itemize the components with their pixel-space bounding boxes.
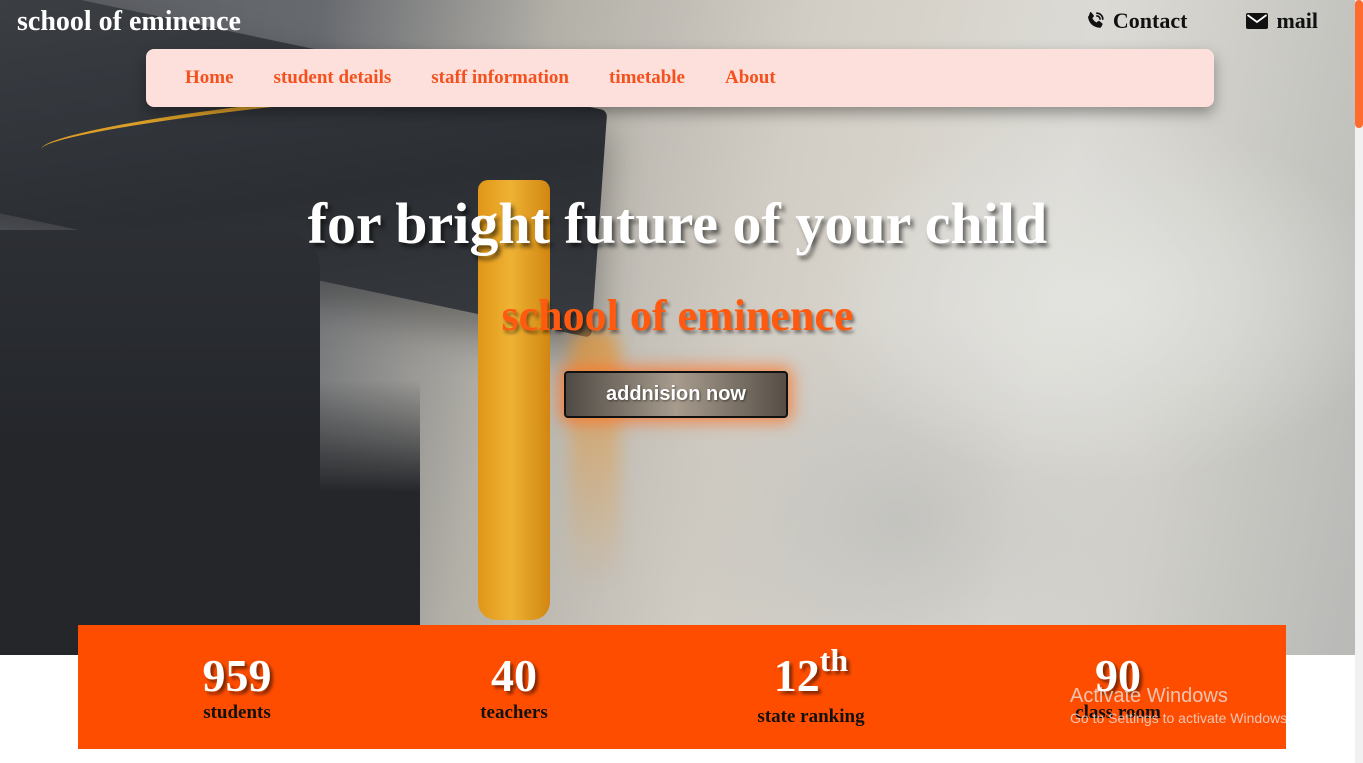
stat-label: state ranking (757, 706, 865, 727)
phone-icon (1084, 10, 1106, 32)
main-nav: Home student details staff information t… (146, 49, 1214, 107)
stat-value: 40 (491, 650, 537, 701)
watermark-subtitle: Go to Settings to activate Windows. (1070, 710, 1291, 726)
hero-headline: for bright future of your child (307, 191, 1048, 256)
site-brand: school of eminence (17, 6, 241, 37)
nav-about[interactable]: About (725, 67, 776, 89)
admission-button[interactable]: addnision now (564, 371, 788, 418)
stat-state-ranking: 12th state ranking (701, 625, 921, 727)
stat-value: 12 (773, 650, 820, 701)
stat-value-wrap: 12th (701, 644, 921, 703)
watermark-title: Activate Windows (1070, 685, 1228, 707)
nav-home[interactable]: Home (185, 67, 234, 89)
envelope-icon (1245, 12, 1269, 30)
contact-label: Contact (1112, 8, 1188, 33)
mail-link[interactable]: mail (1245, 8, 1318, 34)
top-links: Contact mail (1084, 8, 1318, 34)
stat-label: teachers (480, 702, 548, 723)
stat-label: students (203, 702, 271, 723)
nav-student-details[interactable]: student details (274, 67, 392, 89)
scrollbar-thumb[interactable] (1355, 0, 1363, 128)
mail-label: mail (1276, 8, 1318, 33)
hero-subheadline: school of eminence (501, 291, 854, 340)
contact-link[interactable]: Contact (1084, 8, 1188, 34)
page-scrollbar[interactable] (1355, 0, 1363, 763)
nav-timetable[interactable]: timetable (609, 67, 685, 89)
stat-teachers: 40 teachers (404, 625, 624, 723)
stat-value: 959 (202, 650, 272, 701)
stat-students: 959 students (127, 625, 347, 723)
activate-windows-watermark: Activate Windows Go to Settings to activ… (1070, 684, 1291, 728)
nav-staff-information[interactable]: staff information (431, 67, 569, 89)
stat-suffix: th (819, 642, 849, 678)
